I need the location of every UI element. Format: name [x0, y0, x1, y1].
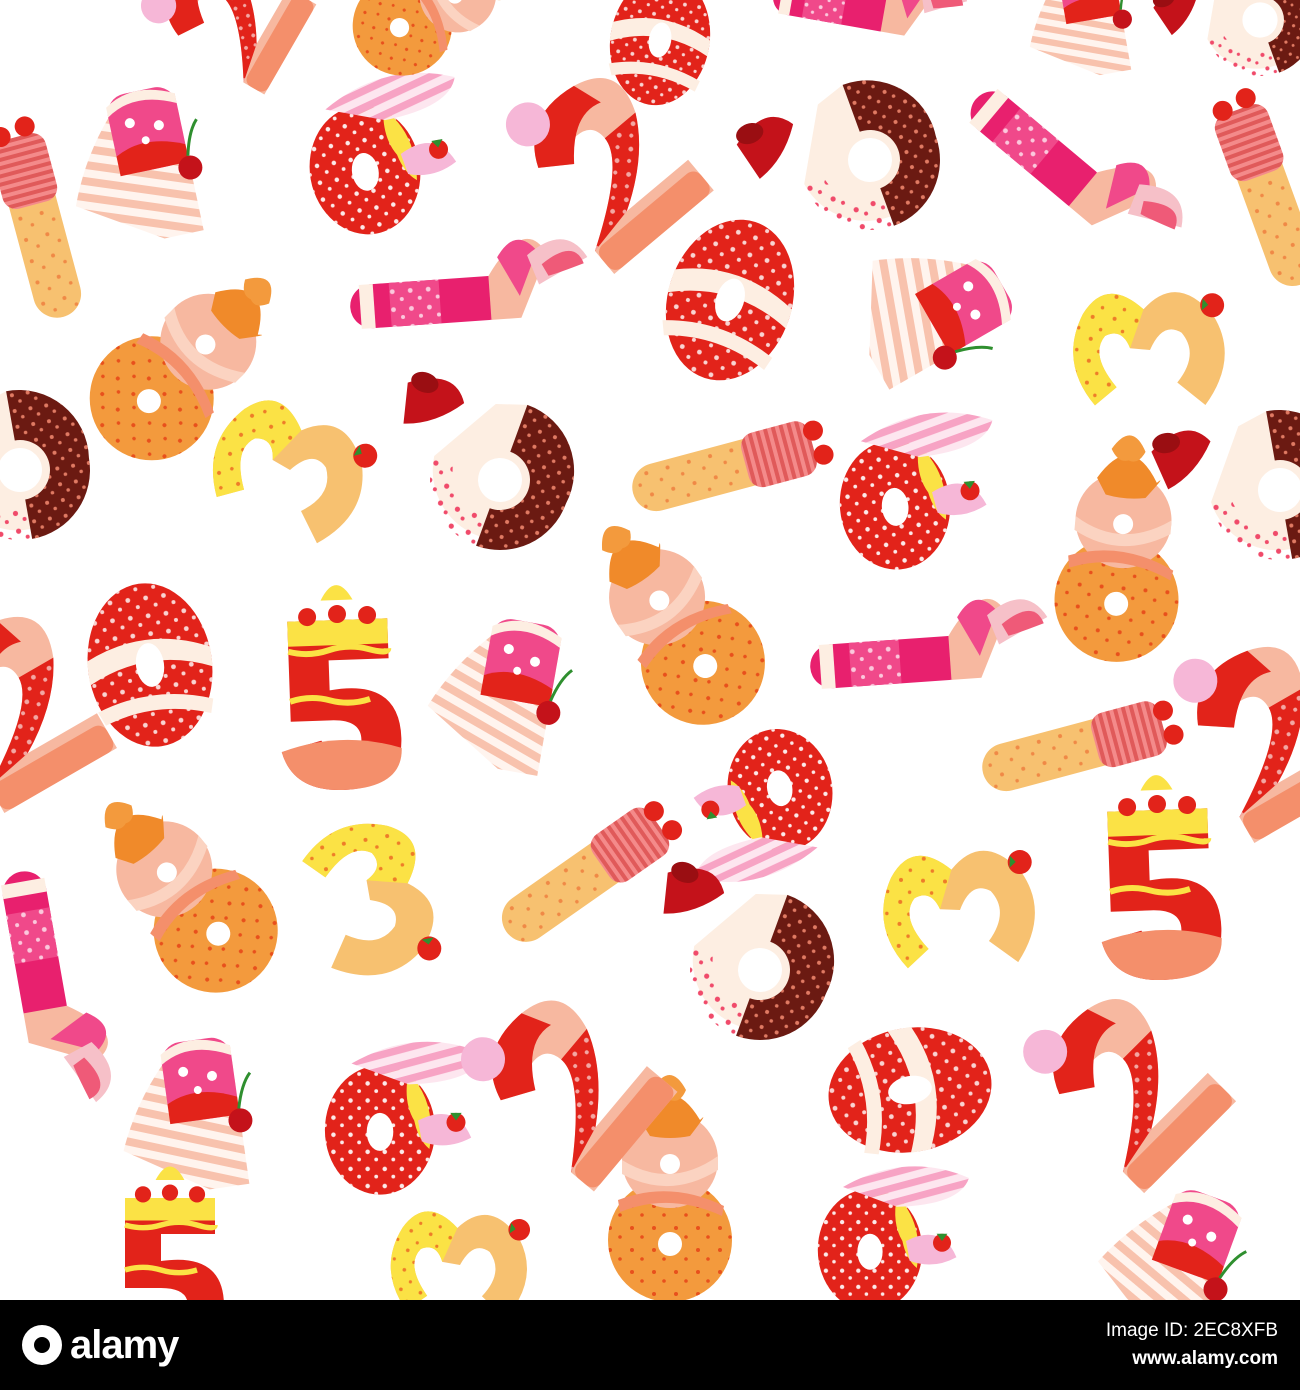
digit-six-tile	[1147, 398, 1300, 580]
digit-zero-strawberry-tile	[817, 1166, 969, 1300]
digit-zero-strawberry-tile	[832, 408, 1005, 575]
digit-one-tile	[0, 112, 91, 325]
digit-six-tile	[1147, 0, 1300, 106]
digit-four-tile	[827, 209, 1029, 405]
digit-zero-tile	[818, 1014, 1002, 1166]
digit-eight-tile	[557, 492, 790, 750]
digit-one-tile	[1204, 83, 1300, 295]
digit-four-tile	[53, 78, 221, 257]
digit-three-tile	[382, 1198, 537, 1300]
image-id-label: Image ID: 2EC8XFB	[1105, 1320, 1278, 1341]
digit-one-tile	[625, 413, 838, 521]
digit-six-tile	[363, 363, 594, 570]
digit-zero-strawberry-tile	[671, 720, 846, 890]
sweet-digits-pattern	[0, 0, 1300, 1300]
digit-seven-tile	[806, 594, 1052, 690]
digit-four-tile	[417, 605, 581, 781]
digit-four-tile	[108, 1031, 267, 1202]
digit-zero-strawberry-tile	[295, 64, 480, 244]
digit-seven-tile	[961, 56, 1196, 271]
digit-six-tile	[623, 853, 854, 1060]
digit-zero-tile	[645, 202, 815, 398]
alamy-logo[interactable]: alamy	[22, 1322, 179, 1368]
digit-two-tile	[1008, 965, 1237, 1194]
digit-seven-tile	[0, 861, 119, 1112]
digit-three-tile	[881, 845, 1038, 973]
stock-url-link[interactable]: www.alamy.com	[1106, 1345, 1278, 1373]
digit-four-tile	[1014, 0, 1146, 88]
stock-banner: alamy Image ID: 2EC8XFB www.alamy.com	[0, 1300, 1300, 1390]
digit-seven-tile	[770, 0, 971, 46]
digit-six-tile	[0, 378, 102, 560]
digit-two-tile	[131, 0, 317, 95]
digit-five-tile	[276, 583, 403, 792]
alamy-logo-icon	[22, 1325, 62, 1365]
digit-four-tile	[1079, 1165, 1262, 1300]
digit-eight-tile	[62, 764, 304, 1018]
digit-three-tile	[1068, 281, 1231, 417]
stock-info: Image ID: 2EC8XFB www.alamy.com	[1106, 1317, 1278, 1373]
digit-three-tile	[193, 377, 386, 560]
digit-seven-tile	[346, 234, 592, 330]
digit-three-tile	[297, 813, 445, 985]
alamy-logo-text: alamy	[70, 1322, 179, 1367]
digit-one-tile	[490, 791, 690, 955]
digit-five-tile	[1096, 773, 1223, 982]
digit-zero-strawberry-tile	[324, 1041, 485, 1195]
